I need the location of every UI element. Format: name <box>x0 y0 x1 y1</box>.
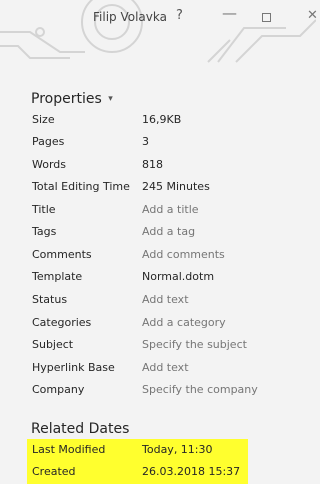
date-value: 26.03.2018 15:37 <box>142 465 241 478</box>
properties-title: Properties <box>31 91 102 107</box>
property-label: Total Editing Time <box>32 180 130 193</box>
property-row-title: Title Add a title <box>0 200 316 222</box>
property-label: Title <box>32 203 56 216</box>
property-value: 245 Minutes <box>142 180 210 193</box>
property-label: Company <box>32 383 85 396</box>
tags-input[interactable]: Add a tag <box>142 225 195 238</box>
user-name[interactable]: Filip Volavka <box>93 10 167 24</box>
property-value: Normal.dotm <box>142 270 215 283</box>
close-button[interactable]: ✕ <box>307 8 318 23</box>
date-label: Last Modified <box>32 443 106 456</box>
date-label: Created <box>32 465 76 478</box>
property-row-pages: Pages 3 <box>0 132 316 154</box>
property-label: Size <box>32 113 55 126</box>
property-label: Words <box>32 158 67 171</box>
maximize-button[interactable] <box>262 13 271 22</box>
title-bar: Filip Volavka ? — ✕ <box>0 0 318 64</box>
hyperlink-base-input[interactable]: Add text <box>142 361 189 374</box>
property-row-tags: Tags Add a tag <box>0 222 316 244</box>
property-row-hyperlink-base: Hyperlink Base Add text <box>0 358 316 380</box>
date-row-last-modified: Last Modified Today, 11:30 <box>0 440 316 462</box>
chevron-down-icon: ▾ <box>108 94 113 104</box>
title-input[interactable]: Add a title <box>142 203 199 216</box>
property-row-total-editing-time: Total Editing Time 245 Minutes <box>0 177 316 199</box>
property-row-subject: Subject Specify the subject <box>0 335 316 357</box>
status-input[interactable]: Add text <box>142 293 189 306</box>
property-row-status: Status Add text <box>0 290 316 312</box>
property-label: Pages <box>32 135 65 148</box>
related-dates-title: Related Dates <box>31 421 130 437</box>
comments-input[interactable]: Add comments <box>142 248 225 261</box>
properties-header[interactable]: Properties ▾ <box>31 91 113 107</box>
property-row-comments: Comments Add comments <box>0 245 316 267</box>
company-input[interactable]: Specify the company <box>142 383 258 396</box>
property-label: Subject <box>32 338 74 351</box>
property-row-size: Size 16,9KB <box>0 110 316 132</box>
property-label: Template <box>32 270 83 283</box>
date-value: Today, 11:30 <box>142 443 213 456</box>
property-value: 3 <box>142 135 149 148</box>
property-label: Status <box>32 293 68 306</box>
property-value: 818 <box>142 158 163 171</box>
property-row-words: Words 818 <box>0 155 316 177</box>
property-label: Tags <box>32 225 57 238</box>
property-row-company: Company Specify the company <box>0 380 316 402</box>
property-label: Hyperlink Base <box>32 361 115 374</box>
subject-input[interactable]: Specify the subject <box>142 338 247 351</box>
help-button[interactable]: ? <box>176 8 183 23</box>
property-label: Comments <box>32 248 92 261</box>
property-label: Categories <box>32 316 92 329</box>
property-value: 16,9KB <box>142 113 182 126</box>
categories-input[interactable]: Add a category <box>142 316 226 329</box>
property-row-categories: Categories Add a category <box>0 313 316 335</box>
property-row-template: Template Normal.dotm <box>0 267 316 289</box>
date-row-created: Created 26.03.2018 15:37 <box>0 462 316 484</box>
minimize-button[interactable]: — <box>222 4 237 22</box>
